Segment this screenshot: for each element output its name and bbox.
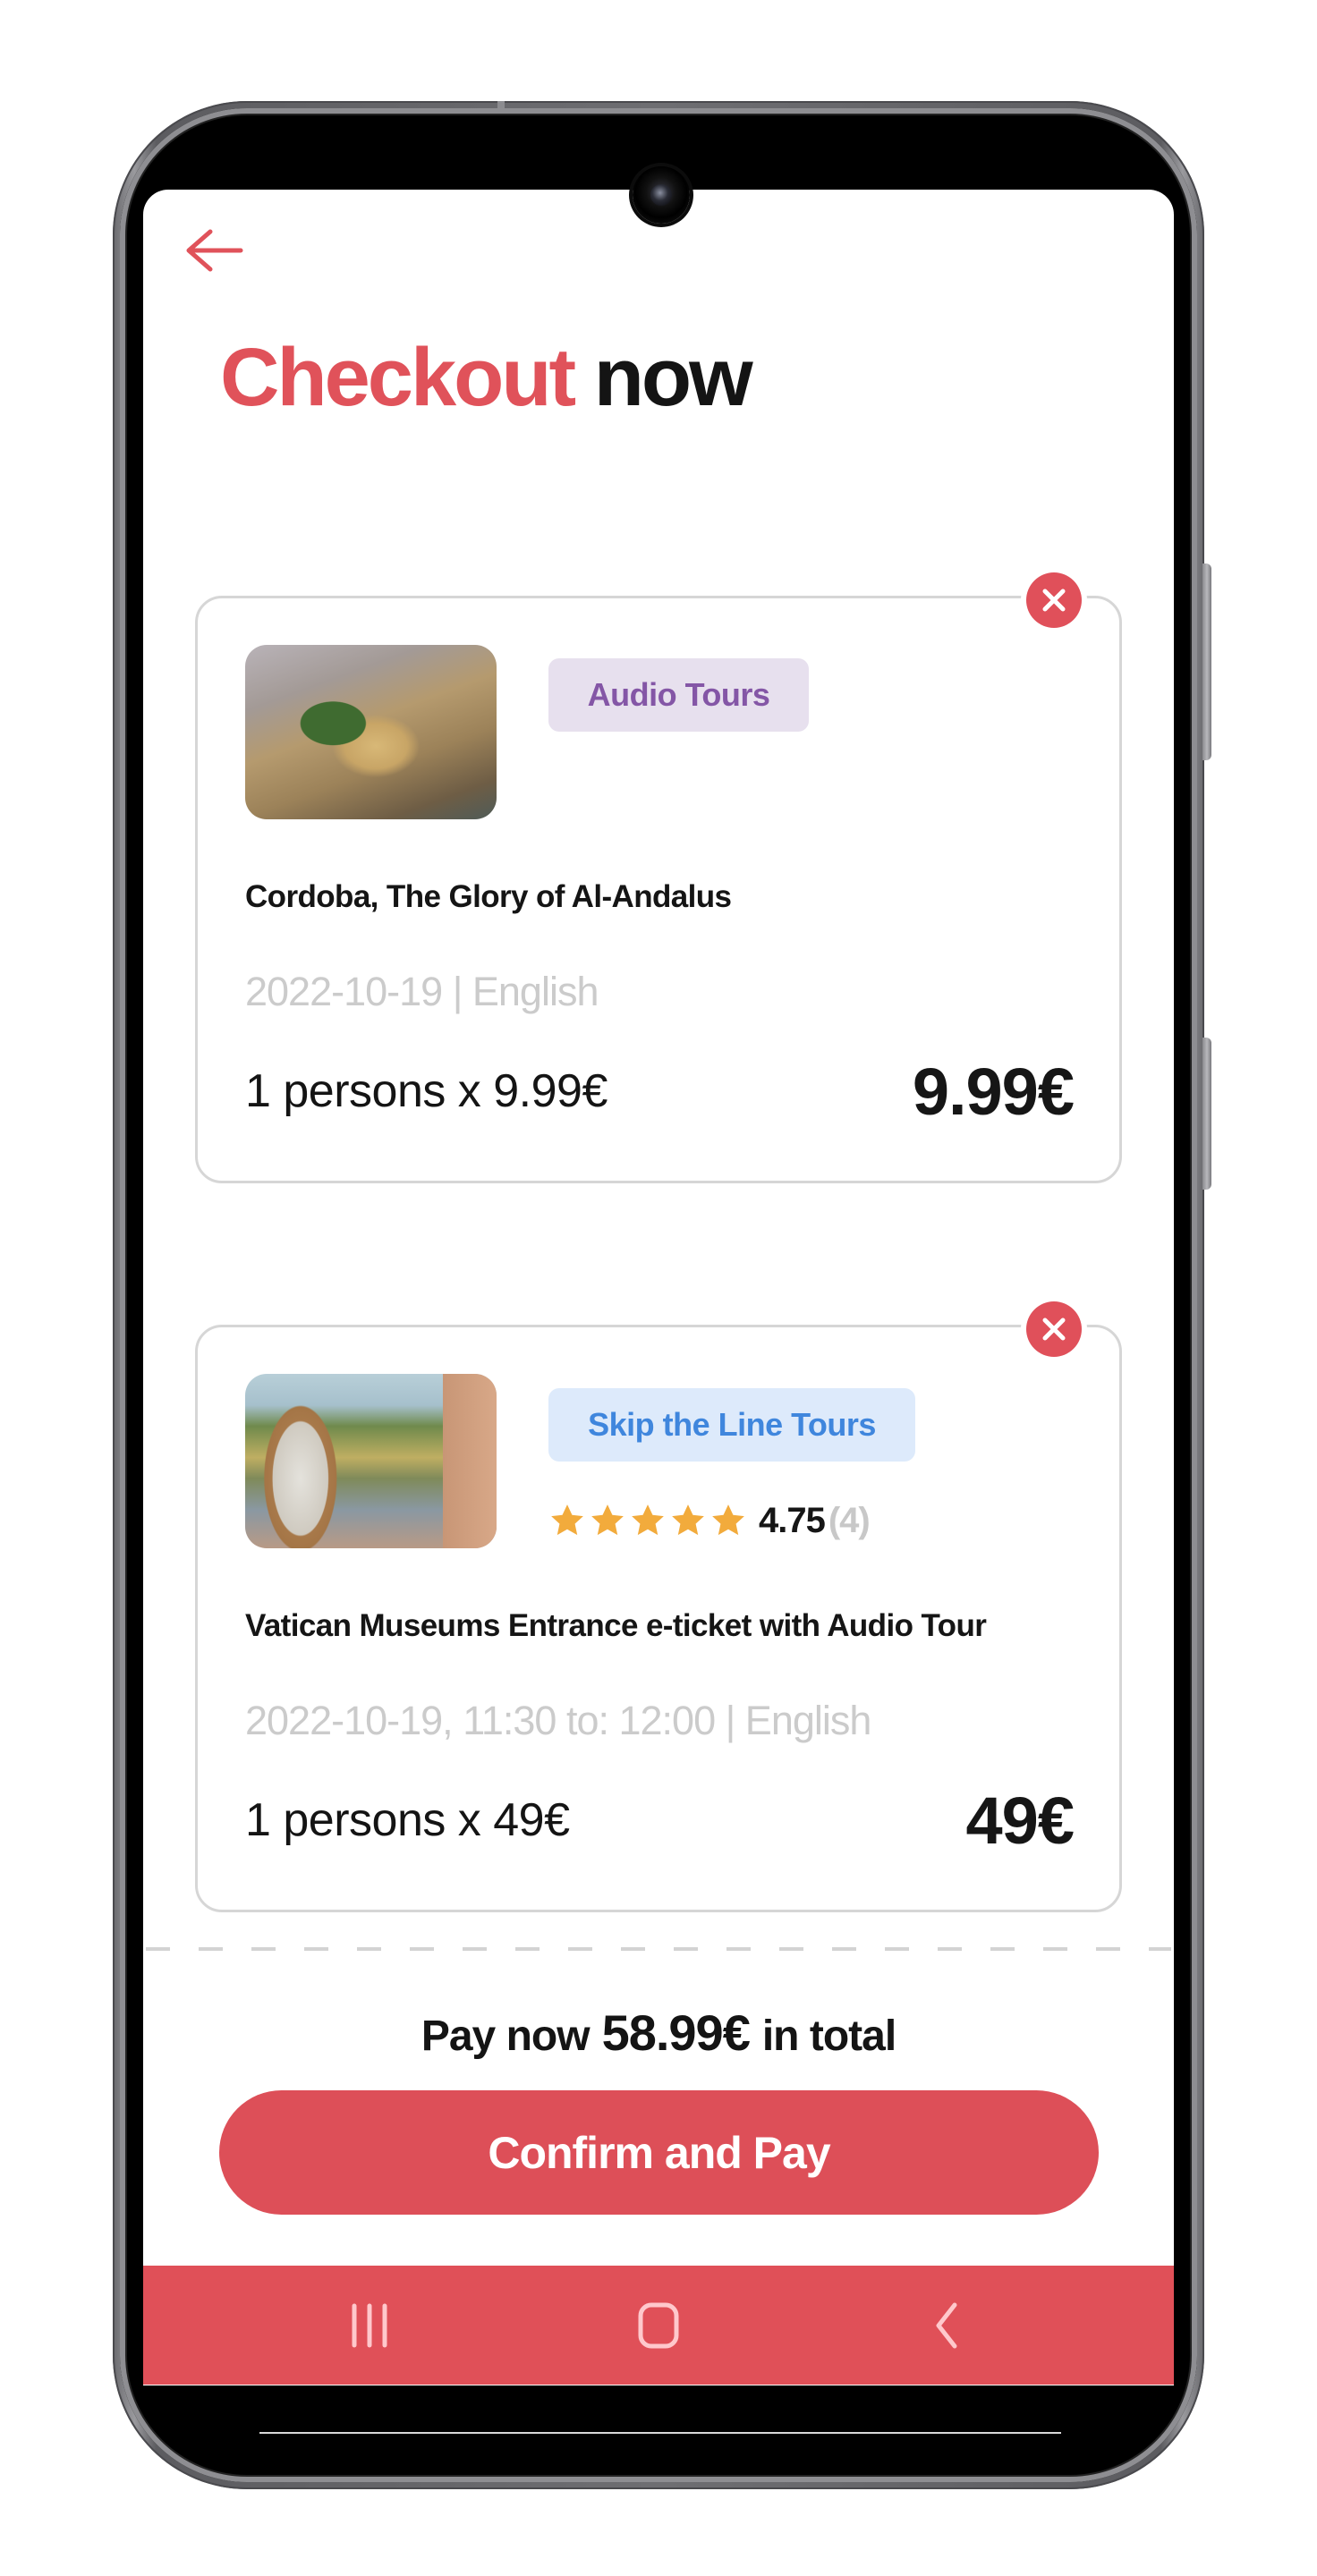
remove-item-circle [1026,1301,1082,1357]
star-icon [632,1504,664,1536]
page-title-rest: now [593,332,753,423]
star-icon [551,1504,583,1536]
power-button [1202,1038,1211,1190]
rating-value: 4.75 [759,1500,826,1540]
category-badge[interactable]: Skip the Line Tours [548,1388,915,1462]
item-date-language: 2022-10-19 | English [245,969,599,1014]
confirm-and-pay-button[interactable]: Confirm and Pay [219,2090,1099,2215]
back-button[interactable] [183,228,246,273]
close-icon [1042,1318,1066,1341]
dashed-divider [146,1947,1171,1951]
bezel-highlight [259,2432,1061,2434]
camera-lens [650,184,672,206]
arrow-left-icon [186,229,243,272]
rating: 4.75 (4) [548,1494,871,1547]
system-navigation-bar [143,2266,1174,2385]
back-chevron-icon [936,2302,957,2348]
star-icon [712,1504,744,1536]
item-thumbnail[interactable] [245,1374,497,1548]
remove-item-circle [1026,572,1082,628]
item-title[interactable]: Vatican Museums Entrance e-ticket with A… [245,1608,987,1644]
item-date-language: 2022-10-19, 11:30 to: 12:00 | English [245,1698,871,1743]
home-button[interactable] [569,2266,748,2385]
total-amount: 58.99€ [601,2004,751,2061]
remove-item-button[interactable] [1021,567,1087,633]
close-icon [1042,589,1066,612]
recent-apps-button[interactable] [280,2266,459,2385]
home-icon [638,2302,679,2348]
total-prefix: Pay now [421,2012,591,2060]
recent-apps-icon [352,2303,387,2347]
star-icon [591,1504,624,1536]
page-title-accent: Checkout [220,332,576,423]
item-price: 9.99€ [912,1055,1075,1129]
item-title[interactable]: Cordoba, The Glory of Al-Andalus [245,879,732,915]
total-summary: Pay now 58.99€ in total [143,2004,1174,2062]
rating-count: (4) [828,1500,871,1540]
volume-button [1202,564,1211,760]
remove-item-button[interactable] [1021,1296,1087,1362]
item-thumbnail[interactable] [245,645,497,819]
item-price: 49€ [965,1784,1075,1858]
star-icon [672,1504,704,1536]
category-badge[interactable]: Audio Tours [548,658,809,732]
item-quantity-line: 1 persons x 9.99€ [245,1065,608,1117]
system-back-button[interactable] [856,2266,1035,2385]
item-quantity-line: 1 persons x 49€ [245,1794,570,1846]
page-title: Checkout now [220,336,753,419]
total-suffix: in total [761,2012,896,2060]
